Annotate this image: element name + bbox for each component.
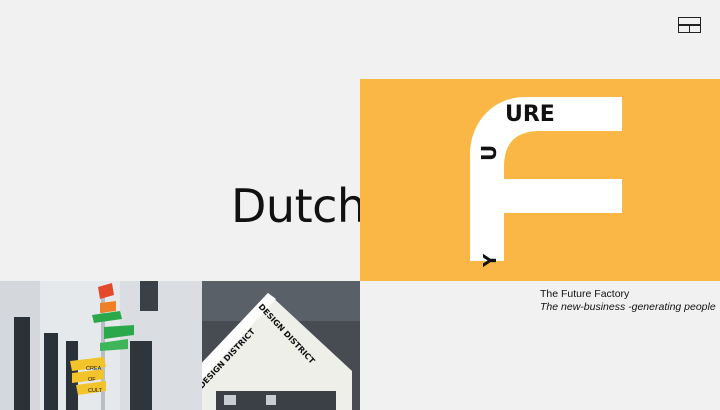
logo-letter-bottom: Y bbox=[480, 253, 501, 268]
signpost-illustration: CREA OF CULT bbox=[0, 281, 202, 410]
project-caption[interactable]: The Future Factory The new-business -gen… bbox=[540, 288, 716, 314]
menu-divider-vertical bbox=[688, 24, 690, 32]
hero-word: Dutch bbox=[231, 179, 366, 233]
grid-menu-icon[interactable] bbox=[678, 17, 701, 33]
logo-letters-top: URE bbox=[505, 102, 555, 127]
project-subtitle: The new-business -generating people bbox=[540, 301, 716, 313]
design-district-photo[interactable]: DESIGN DISTRICT DESIGN DISTRICT bbox=[202, 281, 360, 410]
sign-label-1: CREA bbox=[86, 366, 102, 372]
future-factory-logo: URE U Y bbox=[470, 97, 622, 268]
project-title: The Future Factory bbox=[540, 288, 630, 300]
signpost-photo[interactable]: CREA OF CULT bbox=[0, 281, 202, 410]
sign-label-3: CULT bbox=[88, 388, 103, 394]
logo-letter-side: U bbox=[477, 145, 501, 161]
design-district-illustration: DESIGN DISTRICT DESIGN DISTRICT bbox=[202, 281, 360, 410]
sign-label-2: OF bbox=[88, 377, 96, 383]
future-factory-tile[interactable]: URE U Y bbox=[360, 79, 720, 281]
